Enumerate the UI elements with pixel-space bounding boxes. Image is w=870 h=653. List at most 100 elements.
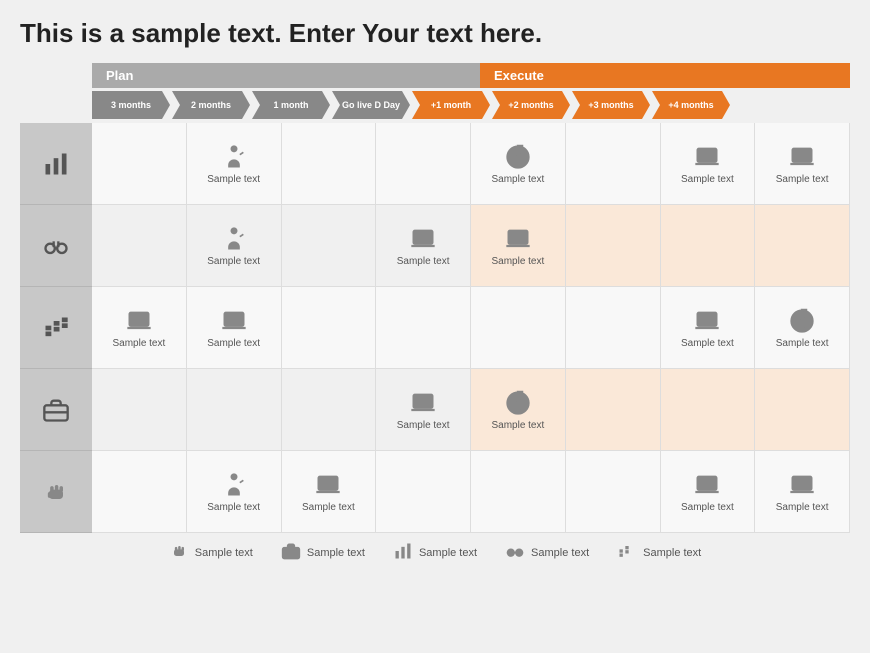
binoculars-icon <box>42 232 70 260</box>
grid-cell-3-8: Sample text <box>755 287 850 368</box>
page-title: This is a sample text. Enter Your text h… <box>20 18 850 49</box>
grid-cell-3-4 <box>376 287 471 368</box>
barchart-legend-icon <box>393 541 413 564</box>
grid-cell-2-1 <box>92 205 187 286</box>
timeline: 3 months2 months1 monthGo live D Day+1 m… <box>92 91 850 119</box>
timeline-arrow-1: 3 months <box>92 91 170 119</box>
legend-item-3: Sample text <box>393 541 477 564</box>
grid-content: Sample textSample textSample textSample … <box>92 123 850 533</box>
grid-cell-3-6 <box>566 287 661 368</box>
grid-cell-1-4 <box>376 123 471 204</box>
cell-text: Sample text <box>491 174 544 185</box>
cell-text: Sample text <box>681 502 734 513</box>
grid-cell-4-3 <box>282 369 377 450</box>
cell-text: Sample text <box>112 338 165 349</box>
legend-text-3: Sample text <box>419 547 477 559</box>
laptop-icon <box>407 389 439 417</box>
grid-cell-5-7: Sample text <box>661 451 756 532</box>
grid-row-1: Sample textSample textSample textSample … <box>92 123 850 205</box>
grid-container: Sample textSample textSample textSample … <box>20 123 850 533</box>
timeline-arrow-2: 2 months <box>172 91 250 119</box>
legend-text-4: Sample text <box>531 547 589 559</box>
stackedbar-icon <box>42 314 70 342</box>
legend: Sample text Sample text Sample text Samp… <box>20 541 850 564</box>
grid-cell-4-1 <box>92 369 187 450</box>
timeline-arrow-4: Go live D Day <box>332 91 410 119</box>
row-icon-3 <box>20 287 92 369</box>
phase-plan: Plan <box>92 63 480 88</box>
cell-text: Sample text <box>207 502 260 513</box>
grid-cell-4-5: Sample text <box>471 369 566 450</box>
grid-cell-5-6 <box>566 451 661 532</box>
legend-text-1: Sample text <box>195 547 253 559</box>
briefcase-legend-icon <box>281 541 301 564</box>
cell-text: Sample text <box>776 338 829 349</box>
grid-cell-2-3 <box>282 205 377 286</box>
row-icon-4 <box>20 369 92 451</box>
cell-text: Sample text <box>207 174 260 185</box>
grid-cell-1-5: Sample text <box>471 123 566 204</box>
cell-text: Sample text <box>491 420 544 431</box>
legend-text-5: Sample text <box>643 547 701 559</box>
page: This is a sample text. Enter Your text h… <box>0 0 870 653</box>
grid-row-2: Sample text Sample text Sample text <box>92 205 850 287</box>
cell-text: Sample text <box>776 502 829 513</box>
target-icon <box>502 389 534 417</box>
person-icon <box>218 143 250 171</box>
legend-text-2: Sample text <box>307 547 365 559</box>
laptop-icon <box>691 307 723 335</box>
grid-cell-5-2: Sample text <box>187 451 282 532</box>
target-icon <box>786 307 818 335</box>
laptop-icon <box>691 143 723 171</box>
grid-cell-2-8 <box>755 205 850 286</box>
laptop-icon <box>786 471 818 499</box>
cell-text: Sample text <box>302 502 355 513</box>
binoculars-legend-icon <box>505 541 525 564</box>
grid-cell-3-1: Sample text <box>92 287 187 368</box>
cell-text: Sample text <box>207 338 260 349</box>
grid-cell-4-6 <box>566 369 661 450</box>
timeline-arrow-8: +4 months <box>652 91 730 119</box>
laptop-icon <box>502 225 534 253</box>
cell-text: Sample text <box>491 256 544 267</box>
briefcase-icon <box>42 396 70 424</box>
timeline-arrow-7: +3 months <box>572 91 650 119</box>
grid-cell-1-1 <box>92 123 187 204</box>
grid-cell-2-2: Sample text <box>187 205 282 286</box>
cell-text: Sample text <box>207 256 260 267</box>
grid-cell-4-4: Sample text <box>376 369 471 450</box>
grid-cell-4-7 <box>661 369 756 450</box>
grid-cell-1-8: Sample text <box>755 123 850 204</box>
row-icon-2 <box>20 205 92 287</box>
grid-cell-3-3 <box>282 287 377 368</box>
row-icon-5 <box>20 451 92 533</box>
phase-execute: Execute <box>480 63 850 88</box>
cell-text: Sample text <box>776 174 829 185</box>
person-icon <box>218 471 250 499</box>
grid-cell-3-2: Sample text <box>187 287 282 368</box>
grid-cell-1-2: Sample text <box>187 123 282 204</box>
target-icon <box>502 143 534 171</box>
legend-item-4: Sample text <box>505 541 589 564</box>
cell-text: Sample text <box>397 256 450 267</box>
grid-cell-1-6 <box>566 123 661 204</box>
grid-cell-2-6 <box>566 205 661 286</box>
grid-cell-2-4: Sample text <box>376 205 471 286</box>
laptop-icon <box>123 307 155 335</box>
timeline-arrow-5: +1 month <box>412 91 490 119</box>
laptop-icon <box>312 471 344 499</box>
fist-legend-icon <box>169 541 189 564</box>
timeline-arrow-3: 1 month <box>252 91 330 119</box>
laptop-icon <box>218 307 250 335</box>
grid-cell-5-1 <box>92 451 187 532</box>
grid-cell-2-7 <box>661 205 756 286</box>
timeline-arrow-6: +2 months <box>492 91 570 119</box>
legend-item-2: Sample text <box>281 541 365 564</box>
phase-headers: Plan Execute <box>92 63 850 88</box>
chart-legend-icon <box>617 541 637 564</box>
grid-cell-5-8: Sample text <box>755 451 850 532</box>
grid-cell-4-8 <box>755 369 850 450</box>
grid-cell-4-2 <box>187 369 282 450</box>
laptop-icon <box>691 471 723 499</box>
grid-row-4: Sample text Sample text <box>92 369 850 451</box>
